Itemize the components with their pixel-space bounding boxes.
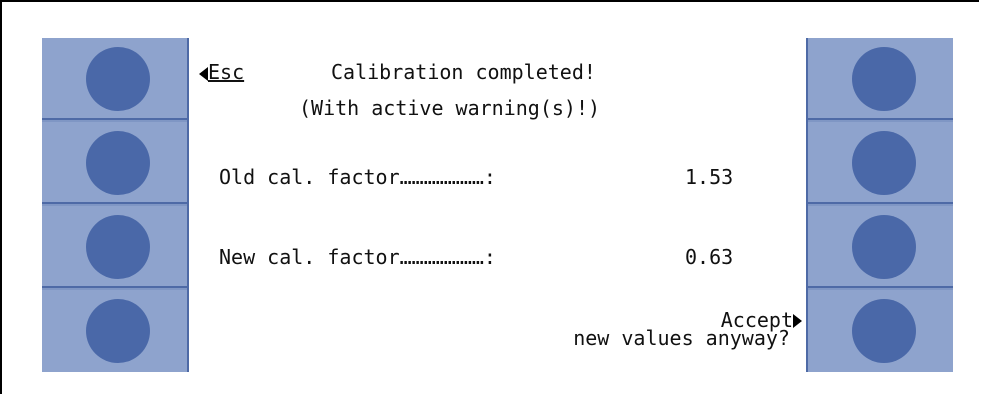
softkey-button-icon xyxy=(852,47,916,111)
softkey-right-2[interactable] xyxy=(808,122,953,204)
softkey-button-icon xyxy=(86,131,150,195)
esc-softkey-label[interactable]: Esc xyxy=(199,60,244,84)
softkey-left-1[interactable] xyxy=(42,38,187,120)
softkey-left-2[interactable] xyxy=(42,122,187,204)
softkey-button-icon xyxy=(86,299,150,363)
screen-title: Calibration completed! xyxy=(331,60,596,84)
right-softkey-column xyxy=(808,38,953,372)
arrow-right-icon xyxy=(793,314,802,328)
softkey-right-1[interactable] xyxy=(808,38,953,120)
display-screen: Esc Calibration completed! (With active … xyxy=(187,38,808,372)
softkey-right-4[interactable] xyxy=(808,290,953,372)
old-factor-label: Old cal. factor…………………: xyxy=(219,165,496,189)
softkey-button-icon xyxy=(86,47,150,111)
softkey-button-icon xyxy=(852,299,916,363)
new-factor-label: New cal. factor…………………: xyxy=(219,245,496,269)
accept-softkey-label[interactable]: Accept new values anyway? xyxy=(573,310,802,350)
softkey-left-3[interactable] xyxy=(42,206,187,288)
softkey-button-icon xyxy=(86,215,150,279)
softkey-right-3[interactable] xyxy=(808,206,953,288)
screen-subtitle: (With active warning(s)!) xyxy=(299,96,601,120)
esc-label: Esc xyxy=(208,60,245,84)
device-panel: Esc Calibration completed! (With active … xyxy=(42,38,953,372)
softkey-button-icon xyxy=(852,215,916,279)
softkey-button-icon xyxy=(852,131,916,195)
new-factor-value: 0.63 xyxy=(685,245,734,269)
left-softkey-column xyxy=(42,38,187,372)
accept-label-line2: new values anyway? xyxy=(573,326,790,350)
old-factor-value: 1.53 xyxy=(685,165,734,189)
softkey-left-4[interactable] xyxy=(42,290,187,372)
arrow-left-icon xyxy=(199,67,208,81)
